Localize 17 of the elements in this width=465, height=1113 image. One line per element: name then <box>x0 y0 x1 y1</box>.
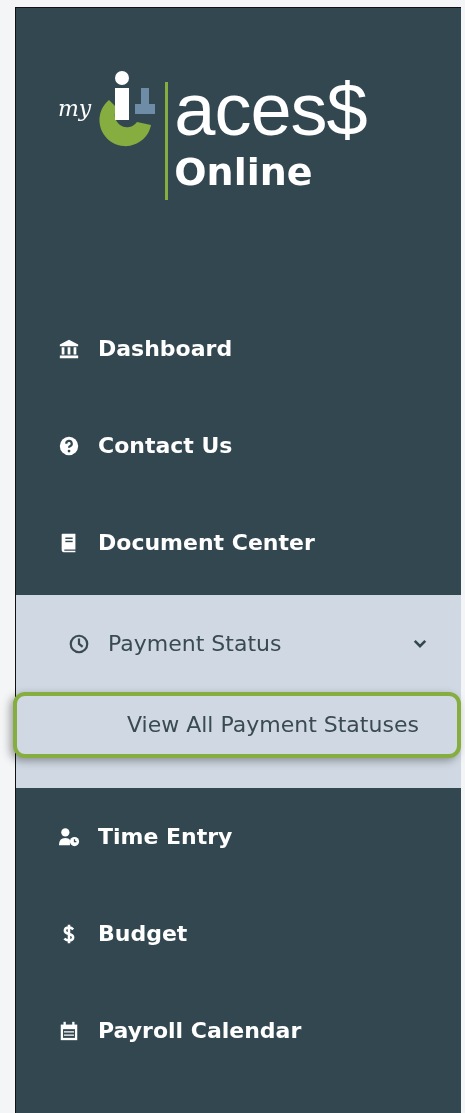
question-icon <box>58 434 80 457</box>
bank-icon <box>58 337 80 360</box>
logo-subtitle: Online <box>174 150 314 194</box>
submenu-item[interactable]: View All Payment Statuses <box>13 692 461 758</box>
logo-title: aces$ <box>174 70 367 150</box>
user-clock-icon <box>58 825 80 848</box>
clock-icon <box>68 632 90 655</box>
menu-item[interactable]: Payment Status <box>16 595 461 692</box>
menu-item[interactable]: Budget <box>16 885 461 982</box>
logo-prefix: my <box>58 96 92 121</box>
menu-item[interactable]: Dashboard <box>16 300 461 397</box>
menu-item[interactable]: Payroll Calendar <box>16 982 461 1079</box>
chevron-down-icon <box>413 639 427 648</box>
calendar-icon <box>58 1019 80 1042</box>
menu-item[interactable]: Document Center <box>16 494 461 591</box>
menu-item[interactable]: Time Entry <box>16 788 461 885</box>
menu-item[interactable]: Contact Us <box>16 397 461 494</box>
